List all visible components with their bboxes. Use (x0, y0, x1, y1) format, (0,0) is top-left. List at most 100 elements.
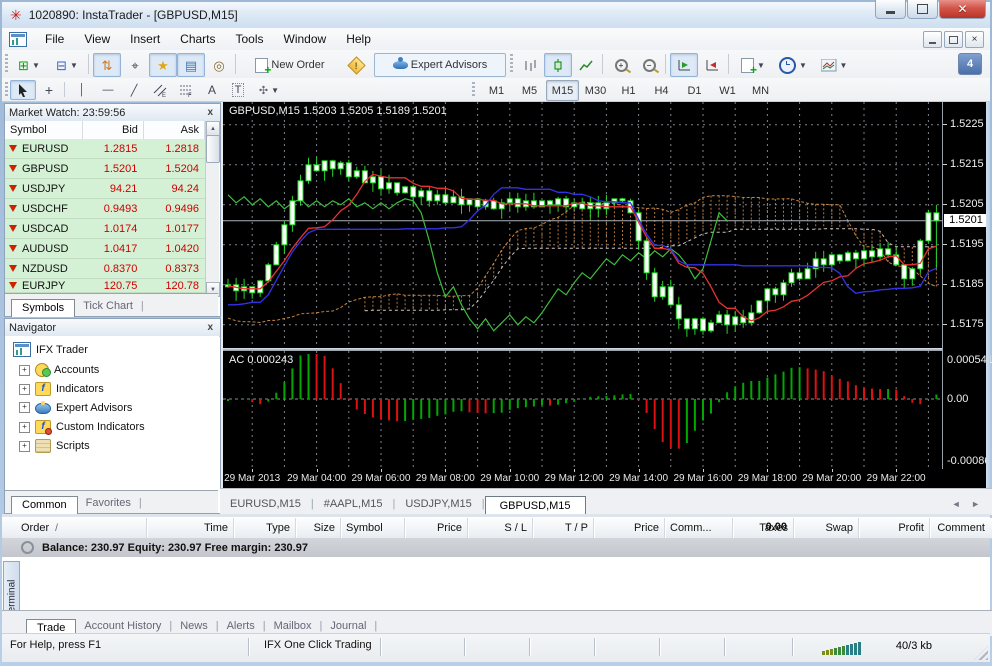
market-watch-row[interactable]: AUDUSD1.04171.0420 (5, 239, 205, 259)
zoom-in-button[interactable]: + (607, 53, 635, 77)
market-watch-row[interactable]: EURUSD1.28151.2818 (5, 139, 205, 159)
menu-view[interactable]: View (74, 29, 120, 49)
vertical-line-tool[interactable]: │ (69, 80, 95, 100)
arrows-tool[interactable]: ✣▼ (251, 80, 287, 100)
terminal-column-profit[interactable]: Profit (859, 518, 930, 538)
indicators-button[interactable]: ▼ (733, 53, 773, 77)
navigator-root-item[interactable]: IFX Trader (13, 342, 88, 357)
market-watch-row[interactable]: GBPUSD1.52011.5204 (5, 159, 205, 179)
mdi-restore-button[interactable] (944, 31, 963, 48)
cursor-tool-button[interactable] (10, 80, 36, 100)
timeframe-mn[interactable]: MN (744, 80, 777, 101)
market-watch-row[interactable]: USDCAD1.01741.0177 (5, 219, 205, 239)
navigator-close-icon[interactable]: x (204, 322, 216, 333)
chart-window-icon[interactable] (9, 32, 27, 47)
menu-insert[interactable]: Insert (120, 29, 170, 49)
navigator-toggle[interactable]: ◎ (205, 53, 233, 77)
navigator-tab-favorites[interactable]: Favorites (78, 495, 139, 513)
balance-row[interactable]: Balance: 230.97 Equity: 230.97 Free marg… (2, 538, 990, 557)
alert-warning-button[interactable]: ! (342, 53, 370, 77)
tab-scroll-arrows[interactable]: ◄ ► (944, 499, 992, 515)
new-order-button[interactable]: New Order (240, 53, 340, 77)
text-tool[interactable]: A (199, 80, 225, 100)
auto-scroll-toggle[interactable] (670, 53, 698, 77)
navigator-item-custom-indicators[interactable]: +fCustom Indicators (19, 420, 145, 434)
notifications-badge[interactable]: 4 (958, 53, 982, 75)
scroll-thumb[interactable] (206, 135, 220, 163)
fibonacci-tool[interactable]: F (173, 80, 199, 100)
tick-chart-toggle[interactable]: ⇅ (93, 53, 121, 77)
terminal-column-comm[interactable]: Comm... (665, 518, 733, 538)
navigator-item-accounts[interactable]: +Accounts (19, 363, 99, 377)
chart-tab-gbpusdm15[interactable]: GBPUSD,M15 (485, 496, 586, 516)
menu-charts[interactable]: Charts (170, 29, 225, 49)
tree-expander-icon[interactable]: + (19, 422, 30, 433)
market-watch-scrollbar[interactable]: ▲ ▼ (205, 121, 219, 297)
new-chart-button[interactable]: ⊞▼ (10, 53, 48, 77)
minimize-button[interactable] (875, 0, 906, 19)
tree-expander-icon[interactable]: + (19, 441, 30, 452)
ac-indicator-pane[interactable] (223, 351, 942, 470)
chart-tab-aaplm15[interactable]: #AAPL,M15 (314, 495, 393, 515)
price-scale[interactable]: 1.52251.52151.52051.51951.51851.51751.52… (942, 102, 989, 469)
market-watch-tab-symbols[interactable]: Symbols (11, 299, 75, 317)
text-label-tool[interactable]: T (225, 80, 251, 100)
market-watch-row[interactable]: NZDUSD0.83700.8373 (5, 259, 205, 279)
chart-shift-toggle[interactable] (698, 53, 726, 77)
market-watch-row[interactable]: USDCHF0.94930.9496 (5, 199, 205, 219)
chart-window[interactable]: GBPUSD,M15 1.5203 1.5205 1.5189 1.5201 A… (221, 102, 988, 488)
profiles-button[interactable]: ⊟▼ (48, 53, 86, 77)
tree-expander-icon[interactable]: + (19, 365, 30, 376)
candlestick-mode-button[interactable] (544, 53, 572, 77)
terminal-column-symbol[interactable]: Symbol (341, 518, 405, 538)
timeframe-m5[interactable]: M5 (513, 80, 546, 101)
menu-tools[interactable]: Tools (226, 29, 274, 49)
market-watch-toggle[interactable]: ★ (149, 53, 177, 77)
terminal-column-type[interactable]: Type (234, 518, 296, 538)
navigator-item-indicators[interactable]: +fIndicators (19, 382, 104, 396)
terminal-column-price2[interactable]: Price (594, 518, 665, 538)
periods-button[interactable]: ▼ (773, 53, 813, 77)
timeframe-m30[interactable]: M30 (579, 80, 612, 101)
bar-chart-mode-button[interactable] (516, 53, 544, 77)
terminal-column-price[interactable]: Price (405, 518, 468, 538)
navigator-item-scripts[interactable]: +Scripts (19, 439, 90, 453)
timeframe-h4[interactable]: H4 (645, 80, 678, 101)
tree-expander-icon[interactable]: + (19, 402, 30, 413)
scroll-up-icon[interactable]: ▲ (206, 121, 220, 136)
terminal-column-order[interactable]: Order/ (16, 518, 147, 538)
horizontal-line-tool[interactable]: — (95, 80, 121, 100)
time-axis[interactable]: 29 Mar 201329 Mar 04:0029 Mar 06:0029 Ma… (223, 469, 988, 488)
terminal-column-swap[interactable]: Swap (794, 518, 859, 538)
market-watch-close-icon[interactable]: x (204, 107, 216, 118)
menu-file[interactable]: File (35, 29, 74, 49)
price-chart-pane[interactable] (223, 102, 942, 348)
data-window-toggle[interactable]: ▤ (177, 53, 205, 77)
terminal-column-time[interactable]: Time (147, 518, 234, 538)
tree-expander-icon[interactable]: + (19, 384, 30, 395)
timeframe-h1[interactable]: H1 (612, 80, 645, 101)
chart-tab-usdjpym15[interactable]: USDJPY,M15 (395, 495, 481, 515)
menu-window[interactable]: Window (274, 29, 337, 49)
chart-tab-eurusdm15[interactable]: EURUSD,M15 (220, 495, 311, 515)
navigator-item-expert-advisors[interactable]: +Expert Advisors (19, 401, 132, 414)
mdi-minimize-button[interactable] (923, 31, 942, 48)
timeframe-m1[interactable]: M1 (480, 80, 513, 101)
maximize-button[interactable] (907, 0, 938, 19)
market-watch-tab-tick-chart[interactable]: Tick Chart (75, 298, 141, 316)
terminal-column-tp[interactable]: T / P (533, 518, 594, 538)
close-button[interactable]: ✕ (939, 0, 986, 19)
zoom-out-button[interactable]: − (635, 53, 663, 77)
timeframe-d1[interactable]: D1 (678, 80, 711, 101)
market-watch-row[interactable]: EURJPY120.75120.78 (5, 279, 205, 293)
channel-tool[interactable]: E (147, 80, 173, 100)
terminal-column-comment[interactable]: Comment (930, 518, 992, 538)
market-watch-row[interactable]: USDJPY94.2194.24 (5, 179, 205, 199)
menu-help[interactable]: Help (336, 29, 381, 49)
timeframe-w1[interactable]: W1 (711, 80, 744, 101)
mdi-close-button[interactable]: × (965, 31, 984, 48)
terminal-column-size[interactable]: Size (296, 518, 341, 538)
line-chart-mode-button[interactable] (572, 53, 600, 77)
crosshair-pointer-button[interactable]: + (36, 80, 62, 100)
expert-advisors-button[interactable]: Expert Advisors (374, 53, 506, 77)
